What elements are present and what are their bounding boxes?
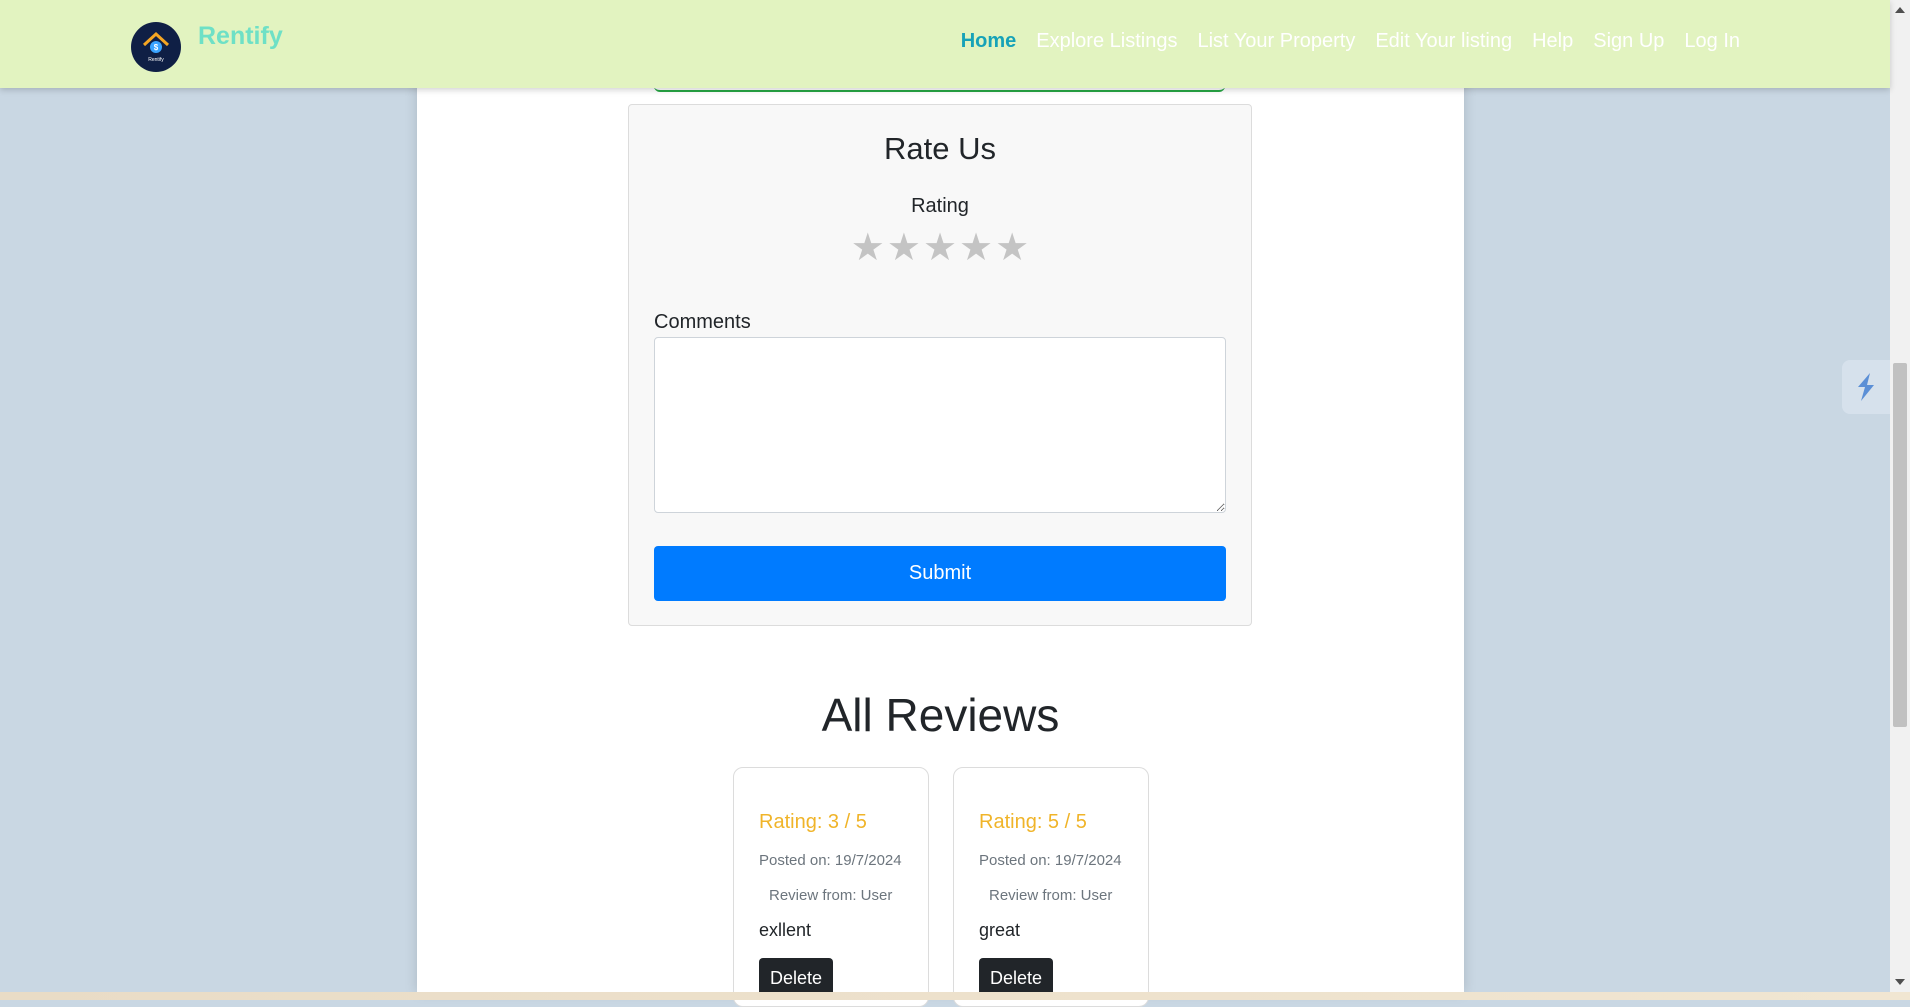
- review-date: Posted on: 19/7/2024: [759, 852, 902, 869]
- comments-textarea[interactable]: [654, 337, 1226, 513]
- scroll-down-icon[interactable]: [1895, 979, 1905, 985]
- review-rating: Rating: 3 / 5: [759, 811, 867, 833]
- rate-us-title: Rate Us: [884, 131, 996, 166]
- taskbar-edge: [0, 992, 1910, 1000]
- brand-name[interactable]: Rentify: [198, 22, 283, 51]
- submit-button[interactable]: Submit: [654, 546, 1226, 601]
- nav-link-help[interactable]: Help: [1532, 30, 1573, 53]
- review-date: Posted on: 19/7/2024: [979, 852, 1122, 869]
- top-navbar: $ Rentify Rentify Home Explore Listings …: [0, 0, 1890, 88]
- star-icon-5[interactable]: ★: [995, 229, 1029, 267]
- nav-link-explore-listings[interactable]: Explore Listings: [1036, 30, 1177, 53]
- nav-links: Home Explore Listings List Your Property…: [961, 30, 1740, 53]
- review-card: Rating: 5 / 5 Posted on: 19/7/2024 Revie…: [953, 767, 1149, 1007]
- nav-link-list-your-property[interactable]: List Your Property: [1197, 30, 1355, 53]
- svg-text:$: $: [154, 43, 159, 52]
- house-logo-icon: $ Rentify: [142, 31, 170, 63]
- rating-label: Rating: [911, 195, 969, 217]
- logo-caption: Rentify: [148, 57, 164, 63]
- all-reviews-heading: All Reviews: [821, 689, 1060, 741]
- star-icon-3[interactable]: ★: [923, 229, 957, 267]
- comments-label: Comments: [654, 311, 751, 333]
- scroll-up-icon[interactable]: [1895, 7, 1905, 13]
- nav-link-sign-up[interactable]: Sign Up: [1593, 30, 1664, 53]
- review-author: Review from: User: [769, 887, 893, 904]
- review-text: exllent: [759, 920, 812, 940]
- brand-logo[interactable]: $ Rentify: [131, 22, 181, 72]
- vertical-scrollbar[interactable]: [1890, 0, 1910, 992]
- side-widget-button[interactable]: [1842, 360, 1890, 414]
- scroll-thumb[interactable]: [1893, 363, 1907, 727]
- nav-link-home[interactable]: Home: [961, 30, 1017, 53]
- nav-link-edit-your-listing[interactable]: Edit Your listing: [1375, 30, 1512, 53]
- star-rating: ★ ★ ★ ★ ★: [629, 229, 1251, 267]
- review-card: Rating: 3 / 5 Posted on: 19/7/2024 Revie…: [733, 767, 929, 1007]
- rate-us-card: Rate Us Rating ★ ★ ★ ★ ★ Comments Submit: [628, 104, 1252, 626]
- nav-link-log-in[interactable]: Log In: [1684, 30, 1740, 53]
- review-rating: Rating: 5 / 5: [979, 811, 1087, 833]
- star-icon-4[interactable]: ★: [959, 229, 993, 267]
- star-icon-2[interactable]: ★: [887, 229, 921, 267]
- review-text: great: [979, 920, 1021, 940]
- review-author: Review from: User: [989, 887, 1113, 904]
- lightning-icon: [1858, 373, 1874, 401]
- star-icon-1[interactable]: ★: [851, 229, 885, 267]
